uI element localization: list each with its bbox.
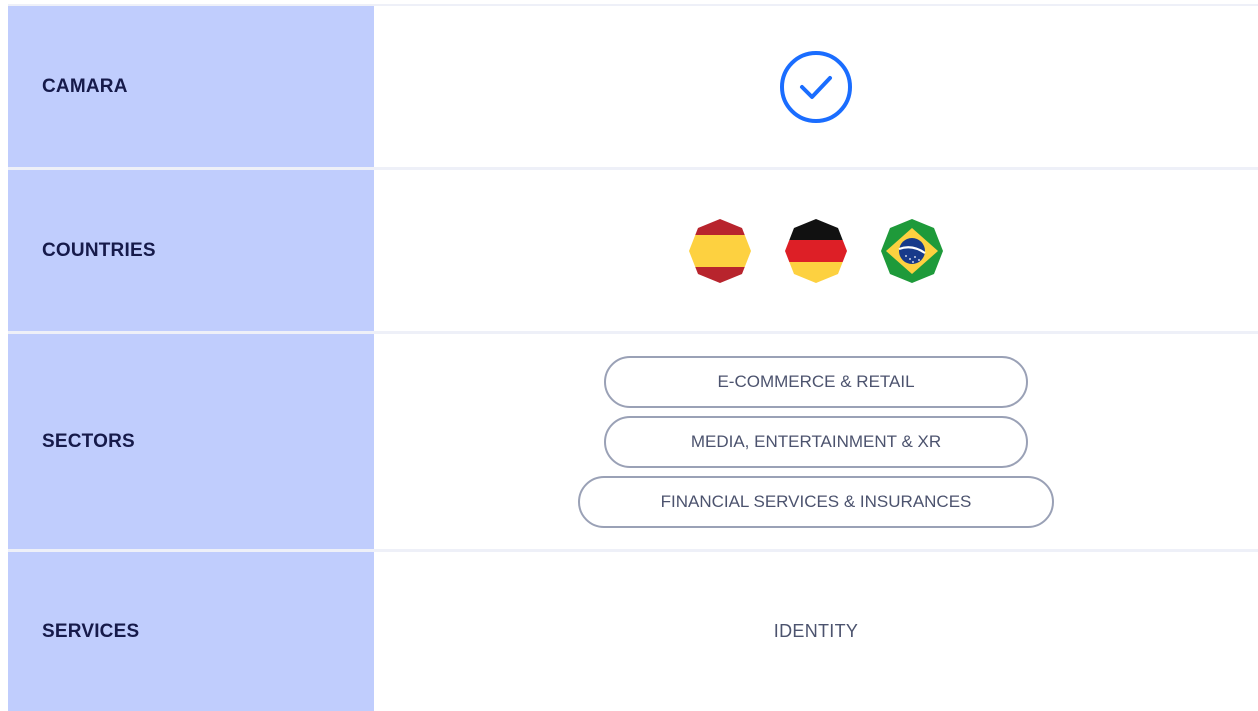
flag-list: [687, 218, 945, 284]
countries-label: COUNTRIES: [8, 170, 374, 331]
camara-value-cell: [374, 6, 1258, 167]
germany-flag-icon: [783, 218, 849, 284]
sector-tag-list: E-COMMERCE & RETAIL MEDIA, ENTERTAINMENT…: [578, 355, 1054, 528]
services-value-cell: IDENTITY: [374, 552, 1258, 711]
check-circle-icon: [778, 49, 854, 125]
services-value: IDENTITY: [773, 621, 859, 641]
countries-value-cell: [374, 170, 1258, 331]
sectors-value-cell: E-COMMERCE & RETAIL MEDIA, ENTERTAINMENT…: [374, 334, 1258, 549]
spain-flag-icon: [687, 218, 753, 284]
camara-label: CAMARA: [8, 6, 374, 167]
sector-tag-media[interactable]: MEDIA, ENTERTAINMENT & XR: [604, 415, 1028, 468]
info-table: CAMARA COUNTRIES SECTORS E-COMMERCE & RE…: [8, 4, 1258, 711]
services-label: SERVICES: [8, 552, 374, 711]
sector-tag-ecommerce[interactable]: E-COMMERCE & RETAIL: [604, 355, 1028, 408]
sector-tag-financial[interactable]: FINANCIAL SERVICES & INSURANCES: [578, 475, 1054, 528]
brazil-flag-icon: [879, 218, 945, 284]
countries-row: COUNTRIES: [8, 170, 1258, 334]
sectors-label: SECTORS: [8, 334, 374, 549]
camara-row: CAMARA: [8, 6, 1258, 170]
services-row: SERVICES IDENTITY: [8, 552, 1258, 711]
sectors-row: SECTORS E-COMMERCE & RETAIL MEDIA, ENTER…: [8, 334, 1258, 552]
